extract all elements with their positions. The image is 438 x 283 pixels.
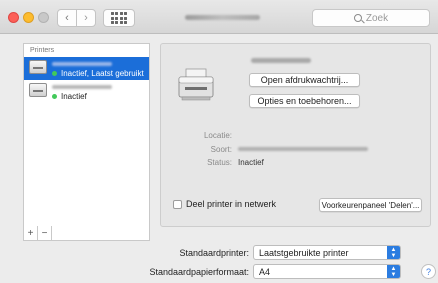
select-arrows-icon: ▲ ▼ bbox=[387, 246, 400, 259]
list-controls: + − bbox=[23, 226, 150, 241]
search-icon bbox=[353, 14, 362, 22]
printer-name-redacted bbox=[251, 58, 311, 63]
status-value: Inactief bbox=[238, 158, 264, 167]
kind-value-redacted bbox=[238, 147, 368, 151]
remove-printer-button[interactable]: − bbox=[38, 226, 52, 240]
default-printer-label: Standaardprinter: bbox=[179, 248, 249, 258]
printer-list: Printers Inactief, Laatst gebruikt Inact… bbox=[23, 43, 150, 227]
default-printer-value: Laatstgebruikte printer bbox=[259, 247, 349, 258]
window-title-redacted bbox=[185, 15, 260, 20]
add-printer-button[interactable]: + bbox=[24, 226, 38, 240]
select-arrows-icon: ▲ ▼ bbox=[387, 265, 400, 278]
options-and-supplies-button[interactable]: Opties en toebehoren... bbox=[249, 94, 360, 108]
share-printer-label[interactable]: Deel printer in netwerk bbox=[186, 199, 276, 209]
kind-label: Soort: bbox=[210, 145, 232, 154]
printer-name-redacted bbox=[52, 62, 112, 66]
default-printer-select[interactable]: Laatstgebruikte printer ▲ ▼ bbox=[253, 245, 401, 260]
printer-list-item[interactable]: Inactief bbox=[24, 80, 149, 103]
printer-icon bbox=[178, 68, 214, 101]
grid-icon bbox=[110, 12, 128, 24]
search-placeholder: Zoek bbox=[365, 12, 389, 24]
zoom-window-button[interactable] bbox=[38, 12, 49, 23]
show-all-button[interactable] bbox=[103, 9, 135, 27]
back-button[interactable]: ‹ bbox=[57, 9, 77, 27]
default-paper-select[interactable]: A4 ▲ ▼ bbox=[253, 264, 401, 279]
open-print-queue-button[interactable]: Open afdrukwachtrij... bbox=[249, 73, 360, 87]
status-dot-icon bbox=[52, 71, 57, 76]
printer-name-redacted bbox=[52, 85, 112, 89]
printer-detail-panel: Open afdrukwachtrij... Opties en toebeho… bbox=[160, 43, 431, 227]
window-toolbar: ‹ › Zoek bbox=[0, 0, 438, 34]
default-paper-label: Standaardpapierformaat: bbox=[149, 267, 249, 277]
status-label: Status: bbox=[207, 158, 232, 167]
printer-icon bbox=[29, 60, 47, 74]
close-window-button[interactable] bbox=[8, 12, 19, 23]
printer-icon bbox=[29, 83, 47, 97]
printer-status: Inactief, Laatst gebruikt bbox=[61, 69, 144, 78]
default-paper-value: A4 bbox=[259, 266, 271, 277]
help-button[interactable]: ? bbox=[421, 264, 436, 279]
location-label: Locatie: bbox=[203, 131, 232, 140]
search-field[interactable]: Zoek bbox=[312, 9, 430, 27]
chevron-right-icon: › bbox=[84, 12, 88, 24]
printer-status: Inactief bbox=[61, 92, 87, 101]
minimize-window-button[interactable] bbox=[23, 12, 34, 23]
printer-list-header: Printers bbox=[30, 47, 55, 54]
chevron-left-icon: ‹ bbox=[65, 12, 69, 24]
share-printer-checkbox[interactable] bbox=[173, 200, 182, 209]
forward-button[interactable]: › bbox=[76, 9, 96, 27]
printer-list-item[interactable]: Inactief, Laatst gebruikt bbox=[24, 57, 149, 80]
sharing-preferences-button[interactable]: Voorkeurenpaneel 'Delen'... bbox=[319, 198, 422, 212]
status-dot-icon bbox=[52, 94, 57, 99]
